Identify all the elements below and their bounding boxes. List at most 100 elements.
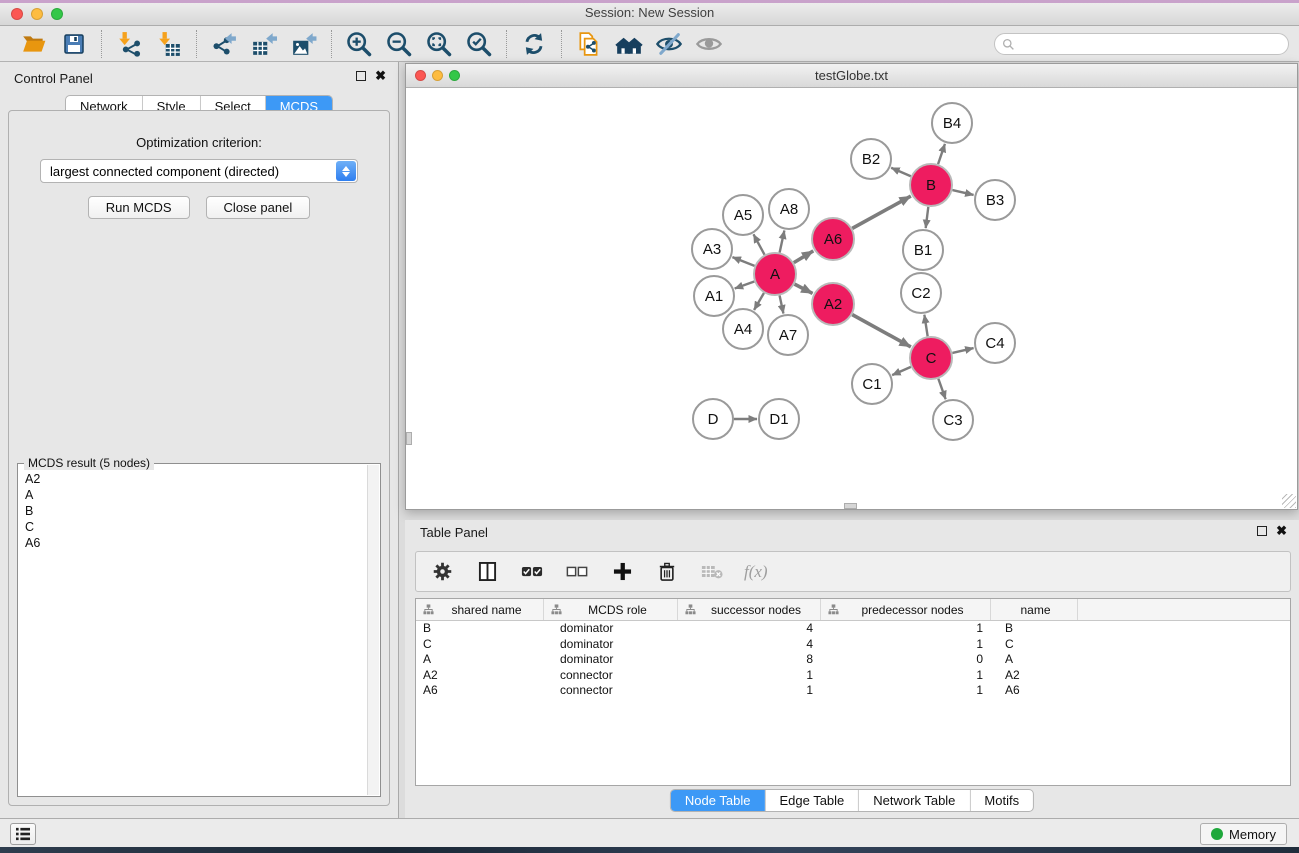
graph-edge[interactable]: [794, 251, 813, 263]
graph-edge[interactable]: [732, 257, 754, 266]
resize-handle-bottom[interactable]: [844, 503, 857, 509]
table-cell[interactable]: 4: [678, 621, 821, 637]
close-panel-icon[interactable]: ✖: [375, 71, 386, 81]
column-header[interactable]: MCDS role: [544, 599, 678, 620]
graph-edge[interactable]: [753, 234, 764, 254]
table-cell[interactable]: C: [416, 637, 544, 653]
graph-edge[interactable]: [924, 315, 927, 337]
table-cell[interactable]: 1: [821, 668, 991, 684]
hide-graphics-details-button[interactable]: [654, 29, 684, 59]
table-cell[interactable]: A6: [416, 683, 544, 699]
result-list-item[interactable]: A6: [25, 535, 360, 551]
table-cell[interactable]: connector: [544, 683, 678, 699]
task-history-button[interactable]: [10, 823, 36, 845]
table-cell[interactable]: 1: [821, 683, 991, 699]
graph-edge[interactable]: [795, 284, 813, 293]
tab-network-table[interactable]: Network Table: [858, 790, 969, 811]
float-panel-icon[interactable]: [356, 71, 366, 81]
table-row[interactable]: A6connector11A6: [416, 683, 1290, 699]
graph-edge[interactable]: [754, 293, 764, 310]
close-panel-button[interactable]: Close panel: [206, 196, 311, 219]
open-folder-button[interactable]: [19, 29, 49, 59]
search-input[interactable]: [1015, 37, 1288, 51]
close-panel-icon[interactable]: ✖: [1276, 526, 1287, 536]
table-row[interactable]: Adominator80A: [416, 652, 1290, 668]
float-panel-icon[interactable]: [1257, 526, 1267, 536]
graph-edge[interactable]: [891, 168, 911, 177]
search-field[interactable]: [994, 33, 1289, 55]
graph-edge[interactable]: [926, 207, 929, 228]
zoom-fit-button[interactable]: [424, 29, 454, 59]
column-header[interactable]: shared name: [416, 599, 544, 620]
column-header[interactable]: name: [991, 599, 1078, 620]
graph-edge[interactable]: [735, 281, 755, 288]
table-cell[interactable]: connector: [544, 668, 678, 684]
table-cell[interactable]: 1: [821, 637, 991, 653]
import-network-button[interactable]: [114, 29, 144, 59]
result-list-item[interactable]: A2: [25, 471, 360, 487]
table-cell[interactable]: 4: [678, 637, 821, 653]
add-column-button[interactable]: [609, 559, 635, 585]
graph-edge[interactable]: [852, 315, 911, 347]
clone-network-button[interactable]: [574, 29, 604, 59]
select-all-checkboxes-button[interactable]: [519, 559, 545, 585]
first-neighbors-button[interactable]: [614, 29, 644, 59]
table-cell[interactable]: A: [991, 652, 1078, 668]
save-session-button[interactable]: [59, 29, 89, 59]
tab-motifs[interactable]: Motifs: [969, 790, 1033, 811]
export-table-button[interactable]: [249, 29, 279, 59]
table-cell[interactable]: 1: [821, 621, 991, 637]
table-row[interactable]: Bdominator41B: [416, 621, 1290, 637]
column-header[interactable]: successor nodes: [678, 599, 821, 620]
table-cell[interactable]: B: [416, 621, 544, 637]
result-scrollbar[interactable]: [367, 465, 379, 795]
delete-column-button[interactable]: [654, 559, 680, 585]
deselect-all-checkboxes-button[interactable]: [564, 559, 590, 585]
graph-edge[interactable]: [952, 190, 973, 195]
graph-edge[interactable]: [852, 196, 911, 228]
show-column-button[interactable]: [474, 559, 500, 585]
graph-edge[interactable]: [952, 348, 973, 353]
result-list-item[interactable]: B: [25, 503, 360, 519]
result-list-item[interactable]: A: [25, 487, 360, 503]
zoom-out-button[interactable]: [384, 29, 414, 59]
table-cell[interactable]: C: [991, 637, 1078, 653]
column-header[interactable]: predecessor nodes: [821, 599, 991, 620]
table-row[interactable]: A2connector11A2: [416, 668, 1290, 684]
resize-handle-left[interactable]: [406, 432, 412, 445]
table-cell[interactable]: 1: [678, 683, 821, 699]
function-builder-button[interactable]: f(x): [744, 559, 768, 585]
table-cell[interactable]: A6: [991, 683, 1078, 699]
export-image-button[interactable]: [289, 29, 319, 59]
settings-gear-button[interactable]: [429, 559, 455, 585]
delete-table-button[interactable]: [699, 559, 725, 585]
zoom-in-button[interactable]: [344, 29, 374, 59]
table-row[interactable]: Cdominator41C: [416, 637, 1290, 653]
table-cell[interactable]: dominator: [544, 652, 678, 668]
graph-edge[interactable]: [938, 379, 945, 400]
tab-node-table[interactable]: Node Table: [671, 790, 765, 811]
memory-button[interactable]: Memory: [1200, 823, 1287, 845]
table-cell[interactable]: 1: [678, 668, 821, 684]
table-cell[interactable]: dominator: [544, 621, 678, 637]
refresh-view-button[interactable]: [519, 29, 549, 59]
export-network-button[interactable]: [209, 29, 239, 59]
table-cell[interactable]: B: [991, 621, 1078, 637]
graph-edge[interactable]: [780, 231, 785, 253]
table-cell[interactable]: dominator: [544, 637, 678, 653]
result-list-item[interactable]: C: [25, 519, 360, 535]
tab-edge-table[interactable]: Edge Table: [764, 790, 858, 811]
optimization-criterion-dropdown[interactable]: largest connected component (directed): [40, 159, 358, 183]
graph-edge[interactable]: [892, 367, 911, 375]
table-cell[interactable]: A2: [416, 668, 544, 684]
run-mcds-button[interactable]: Run MCDS: [88, 196, 190, 219]
graph-edge[interactable]: [780, 296, 784, 314]
import-table-button[interactable]: [154, 29, 184, 59]
table-cell[interactable]: A: [416, 652, 544, 668]
zoom-selected-button[interactable]: [464, 29, 494, 59]
table-cell[interactable]: 8: [678, 652, 821, 668]
resize-grip-icon[interactable]: [1282, 494, 1296, 508]
table-cell[interactable]: 0: [821, 652, 991, 668]
show-graphics-details-button[interactable]: [694, 29, 724, 59]
graph-edge[interactable]: [938, 144, 945, 164]
